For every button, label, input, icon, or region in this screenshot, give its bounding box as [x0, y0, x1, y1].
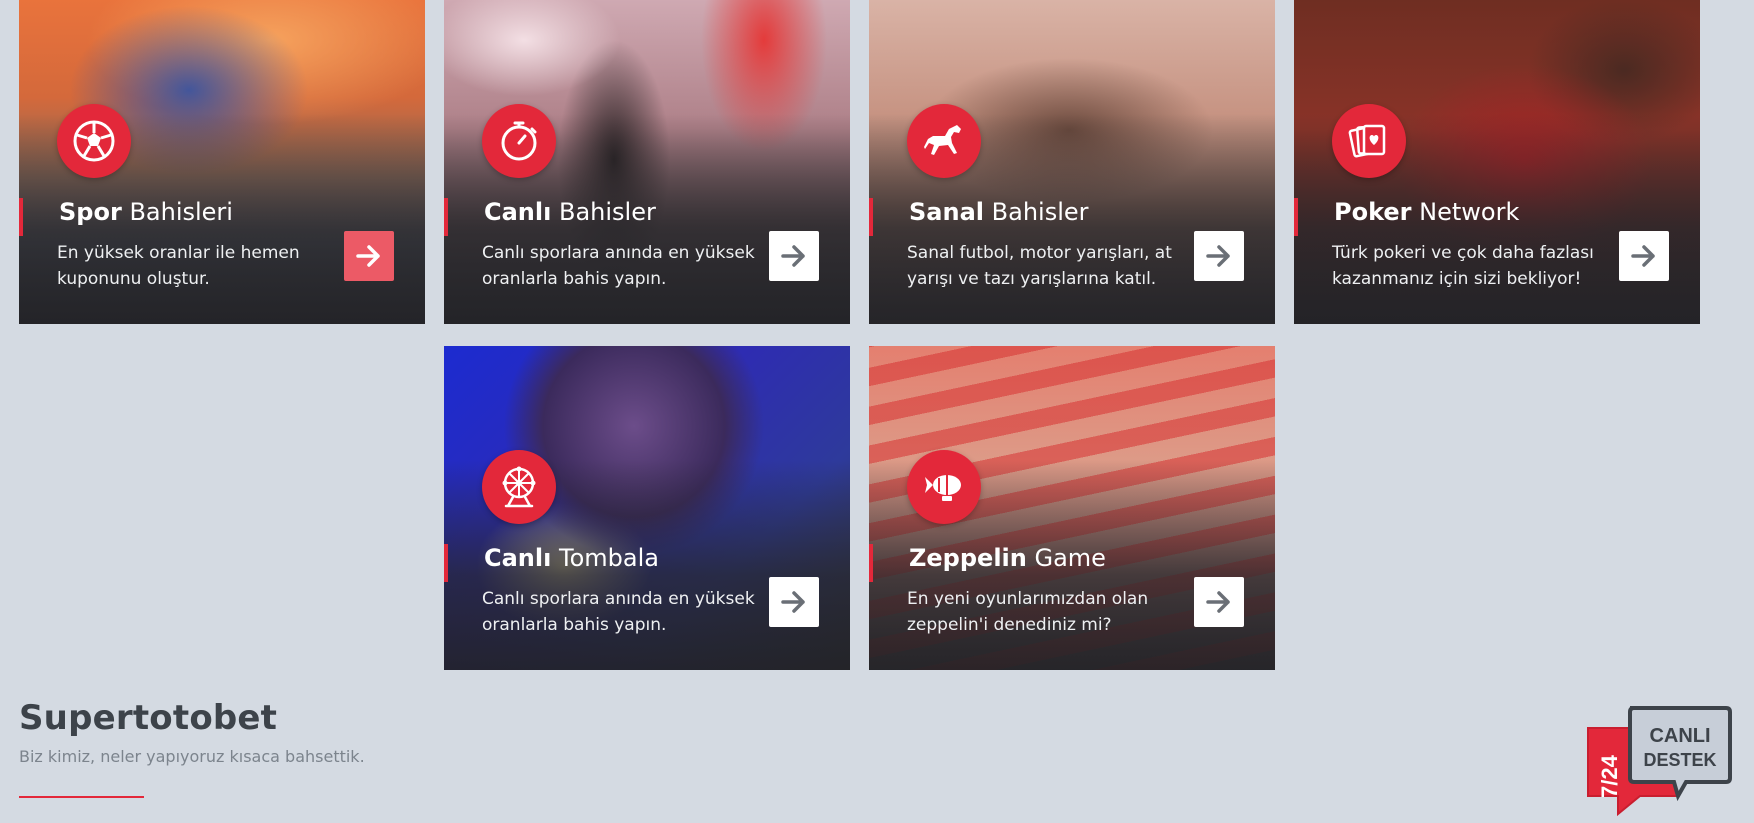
card-arrow-button[interactable]	[1194, 577, 1244, 627]
card-zeppelin-game[interactable]: Zeppelin Game En yeni oyunlarımızdan ola…	[869, 346, 1275, 670]
card-title: Poker Network	[1334, 198, 1520, 226]
card-title: Canlı Bahisler	[484, 198, 656, 226]
card-spor-bahisleri[interactable]: Spor Bahisleri En yüksek oranlar ile hem…	[19, 0, 425, 324]
card-arrow-button[interactable]	[344, 231, 394, 281]
arrow-right-icon	[356, 245, 380, 267]
chat-bubble-icon: 7/24 CANLI DESTEK	[1587, 706, 1732, 817]
card-description: En yüksek oranlar ile hemen kuponunu olu…	[57, 243, 300, 289]
card-description: Canlı sporlara anında en yüksek oranlarl…	[482, 243, 755, 289]
title-accent-bar	[869, 544, 873, 582]
live-support-button[interactable]: 7/24 CANLI DESTEK	[1582, 700, 1732, 818]
soccer-ball-icon	[57, 104, 131, 178]
arrow-right-icon	[1631, 245, 1655, 267]
card-title: Canlı Tombala	[484, 544, 659, 572]
card-poker-network[interactable]: Poker Network Türk pokeri ve çok daha fa…	[1294, 0, 1700, 324]
support-line1: CANLI	[1649, 725, 1710, 747]
title-accent-bar	[444, 198, 448, 236]
card-description: En yeni oyunlarımızdan olan zeppelin'i d…	[907, 589, 1149, 635]
title-accent-bar	[1294, 198, 1298, 236]
title-accent-bar	[444, 544, 448, 582]
card-description: Canlı sporlara anında en yüksek oranlarl…	[482, 589, 755, 635]
card-description: Sanal futbol, motor yarışları, at yarışı…	[907, 243, 1172, 289]
stopwatch-icon	[482, 104, 556, 178]
card-arrow-button[interactable]	[769, 231, 819, 281]
card-arrow-button[interactable]	[769, 577, 819, 627]
arrow-right-icon	[781, 245, 805, 267]
support-line2: DESTEK	[1643, 750, 1716, 770]
arrow-right-icon	[781, 591, 805, 613]
zeppelin-icon	[907, 450, 981, 524]
card-canli-bahisler[interactable]: Canlı Bahisler Canlı sporlara anında en …	[444, 0, 850, 324]
card-description: Türk pokeri ve çok daha fazlası kazanman…	[1332, 243, 1594, 289]
card-title: Sanal Bahisler	[909, 198, 1089, 226]
section-subtitle: Biz kimiz, neler yapıyoruz kısaca bahset…	[19, 747, 365, 766]
arrow-right-icon	[1206, 591, 1230, 613]
support-hours: 7/24	[1597, 754, 1622, 798]
playing-cards-icon	[1332, 104, 1406, 178]
title-accent-bar	[19, 198, 23, 236]
card-arrow-button[interactable]	[1194, 231, 1244, 281]
card-title: Zeppelin Game	[909, 544, 1106, 572]
section-divider	[19, 796, 144, 798]
ferris-wheel-icon	[482, 450, 556, 524]
arrow-right-icon	[1206, 245, 1230, 267]
card-title: Spor Bahisleri	[59, 198, 233, 226]
horse-icon	[907, 104, 981, 178]
title-accent-bar	[869, 198, 873, 236]
card-sanal-bahisler[interactable]: Sanal Bahisler Sanal futbol, motor yarış…	[869, 0, 1275, 324]
card-arrow-button[interactable]	[1619, 231, 1669, 281]
card-canli-tombala[interactable]: Canlı Tombala Canlı sporlara anında en y…	[444, 346, 850, 670]
section-title: Supertotobet	[19, 698, 278, 738]
